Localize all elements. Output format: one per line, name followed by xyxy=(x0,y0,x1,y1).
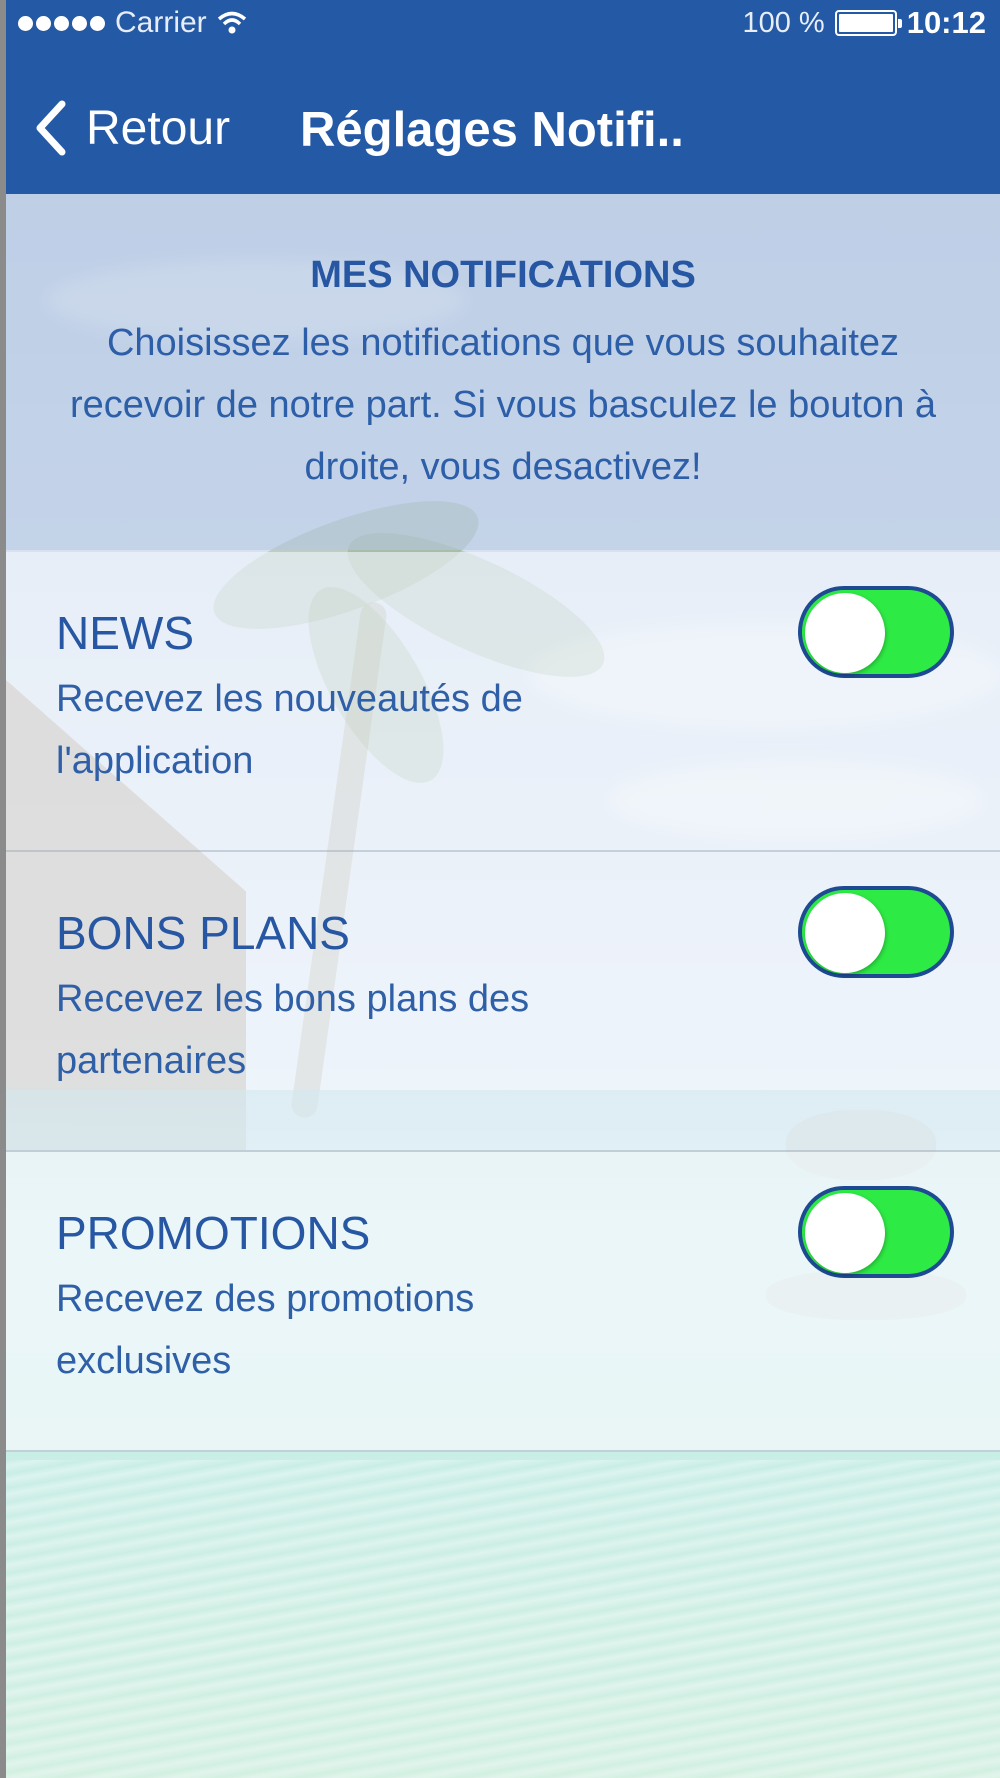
wifi-icon xyxy=(217,11,246,34)
setting-description: Recevez les bons plans des partenaires xyxy=(56,978,530,1082)
section-heading: MES NOTIFICATIONS xyxy=(310,254,696,296)
signal-dots-icon xyxy=(18,15,105,31)
promotions-toggle-switch[interactable] xyxy=(798,1186,954,1278)
navigation-bar: Retour Réglages Notifi.. xyxy=(6,46,1000,194)
app-screen: Carrier 100 % 10:12 Retour Réglages Noti… xyxy=(6,0,1000,1778)
clock-time: 10:12 xyxy=(906,5,986,40)
setting-title: NEWS xyxy=(56,607,194,659)
page-title: Réglages Notifi.. xyxy=(300,103,684,157)
setting-title: PROMOTIONS xyxy=(56,1207,371,1259)
status-bar: Carrier 100 % 10:12 xyxy=(6,0,1000,46)
setting-title: BONS PLANS xyxy=(56,907,350,959)
section-description: Choisissez les notifications que vous so… xyxy=(69,322,937,488)
divider xyxy=(6,1450,1000,1452)
chevron-left-icon xyxy=(36,100,66,156)
toggle-knob xyxy=(805,893,885,973)
toggle-knob xyxy=(805,593,885,673)
toggle-knob xyxy=(805,1193,885,1273)
back-button-label: Retour xyxy=(86,101,231,155)
battery-icon xyxy=(834,10,902,36)
setting-description: Recevez des promotions exclusives xyxy=(56,1278,475,1382)
news-toggle-switch[interactable] xyxy=(798,586,954,678)
notifications-intro: MES NOTIFICATIONS Choisissez les notific… xyxy=(6,194,1000,550)
setting-row-promotions: PROMOTIONS Recevez des promotions exclus… xyxy=(6,1152,1000,1450)
battery-percent: 100 % xyxy=(742,6,825,39)
setting-row-news: NEWS Recevez les nouveautés de l'applica… xyxy=(6,552,1000,850)
setting-description: Recevez les nouveautés de l'application xyxy=(56,678,523,782)
setting-row-bons-plans: BONS PLANS Recevez les bons plans des pa… xyxy=(6,852,1000,1150)
bons-plans-toggle-switch[interactable] xyxy=(798,886,954,978)
carrier-label: Carrier xyxy=(115,6,207,39)
back-button[interactable]: Retour xyxy=(32,98,230,158)
